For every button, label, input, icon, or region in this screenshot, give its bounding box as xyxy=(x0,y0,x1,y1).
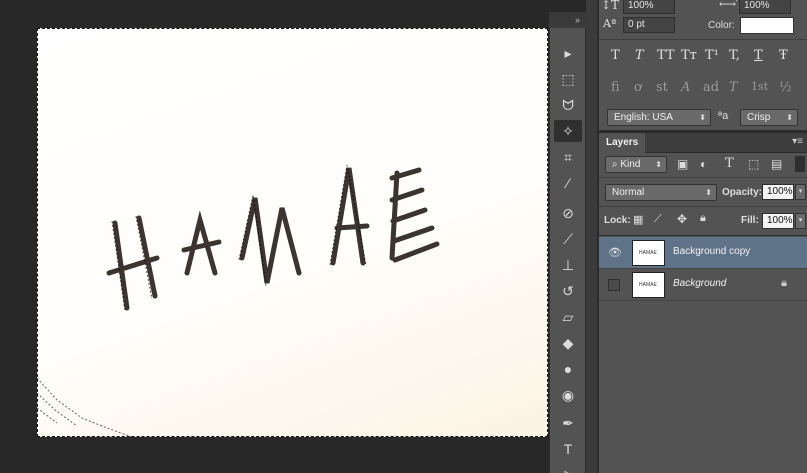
divider xyxy=(599,235,807,236)
opacity-dropdown[interactable]: ▾ xyxy=(795,184,806,200)
layers-panel: Layers ▾≡ ⌕ Kind ⬍ ▣ ◐ T ⬚ ▤ Normal ⬍ Op… xyxy=(599,133,807,473)
language-value: English: USA xyxy=(614,112,673,123)
eyedropper-tool-icon[interactable]: ⁄ xyxy=(554,172,582,194)
text-color-swatch[interactable] xyxy=(740,17,794,34)
blur-tool-icon[interactable]: ● xyxy=(554,358,582,380)
move-tool-icon[interactable]: ▸ xyxy=(554,42,582,64)
chevron-updown-icon: ⬍ xyxy=(705,188,712,197)
path-selection-tool-icon[interactable]: ▹ xyxy=(554,462,582,473)
type-tool-icon[interactable]: T xyxy=(554,438,582,460)
layer-thumbnail: HAMAE xyxy=(632,240,665,266)
type-filter-icon[interactable]: T xyxy=(725,156,734,171)
pen-tool-icon[interactable]: ✒ xyxy=(554,412,582,434)
tools-panel: ▸ ⬚ ᗢ ✧ ⌗ ⁄ ⊘ ⟋ ⊥ ↺ ▱ ◆ ● ◉ ✒ T ▹ xyxy=(549,12,586,473)
opacity-label: Opacity: xyxy=(722,187,763,198)
swash-button[interactable]: A xyxy=(681,80,690,95)
all-caps-button[interactable]: TT xyxy=(657,48,675,63)
filter-kind-value: Kind xyxy=(620,159,641,170)
discretionary-ligatures-button[interactable]: st xyxy=(656,80,668,95)
marquee-tool-icon[interactable]: ⬚ xyxy=(554,68,582,90)
lock-transparent-icon[interactable]: ▦ xyxy=(633,213,643,226)
lock-all-icon[interactable]: 🔒︎ xyxy=(700,212,706,225)
dodge-tool-icon[interactable]: ◉ xyxy=(554,384,582,406)
eye-icon[interactable]: 👁︎ xyxy=(608,246,622,260)
stylistic-alternates-button[interactable]: ad xyxy=(703,80,719,95)
fill-label: Fill: xyxy=(741,215,759,226)
faux-italic-button[interactable]: T xyxy=(635,48,644,63)
character-panel: ↕T 100% ⟷T 100% Aª 0 pt Color: T T TT Tт… xyxy=(599,0,807,130)
language-select[interactable]: English: USA ⬍ xyxy=(607,109,711,126)
adjustment-filter-icon[interactable]: ◐ xyxy=(700,157,707,171)
faux-bold-button[interactable]: T xyxy=(611,48,620,63)
chevron-updown-icon: ⬍ xyxy=(699,113,706,122)
blend-mode-select[interactable]: Normal ⬍ xyxy=(605,184,717,201)
filter-kind-select[interactable]: ⌕ Kind ⬍ xyxy=(605,156,667,173)
baseline-shift-icon: Aª xyxy=(603,17,617,30)
photoshop-window: ▸ ⬚ ᗢ ✧ ⌗ ⁄ ⊘ ⟋ ⊥ ↺ ▱ ◆ ● ◉ ✒ T ▹ » ↕T 1… xyxy=(0,0,807,473)
magic-wand-tool-icon[interactable]: ✧ xyxy=(554,120,582,142)
divider xyxy=(599,206,807,207)
layer-thumbnail: HAMAE xyxy=(632,272,665,298)
blend-mode-value: Normal xyxy=(612,187,645,198)
strikethrough-button[interactable]: Ŧ xyxy=(779,48,788,63)
history-brush-tool-icon[interactable]: ↺ xyxy=(554,280,582,302)
fill-dropdown[interactable]: ▾ xyxy=(795,213,806,229)
ligatures-button[interactable]: fi xyxy=(611,80,620,95)
filter-toggle[interactable] xyxy=(795,156,805,172)
canvas-area[interactable] xyxy=(0,0,548,473)
fractions-button[interactable]: ½ xyxy=(779,80,792,95)
ordinals-button[interactable]: 1st xyxy=(751,80,768,93)
healing-brush-tool-icon[interactable]: ⊘ xyxy=(554,202,582,224)
layer-row[interactable]: HAMAE Background 🔒︎ xyxy=(599,269,807,301)
divider xyxy=(599,39,807,40)
handwriting-artwork xyxy=(37,164,440,437)
brush-tool-icon[interactable]: ⟋ xyxy=(554,228,582,250)
vertical-scale-icon: ↕T xyxy=(601,0,620,12)
fill-field[interactable]: 100% xyxy=(762,213,794,229)
layer-name[interactable]: Background xyxy=(673,278,726,289)
horizontal-scale-field[interactable]: 100% xyxy=(739,0,791,14)
smart-object-filter-icon[interactable]: ▤ xyxy=(771,157,782,171)
vertical-scale-field[interactable]: 100% xyxy=(623,0,675,14)
collapse-icon[interactable]: » xyxy=(575,15,580,25)
underline-button[interactable]: T xyxy=(754,48,763,63)
clone-stamp-tool-icon[interactable]: ⊥ xyxy=(554,254,582,276)
lock-pixels-icon[interactable]: ⟋ xyxy=(654,213,662,226)
thumbnail-text: HAMAE xyxy=(639,250,657,256)
chevron-updown-icon: ⬍ xyxy=(786,113,793,122)
panel-border xyxy=(597,0,599,473)
chevron-updown-icon: ⬍ xyxy=(655,160,662,169)
subscript-button[interactable]: T, xyxy=(729,48,740,63)
small-caps-button[interactable]: Tт xyxy=(681,48,697,63)
lasso-tool-icon[interactable]: ᗢ xyxy=(554,94,582,116)
opacity-field[interactable]: 100% xyxy=(762,184,794,200)
antialias-value: Crisp xyxy=(747,112,771,123)
titling-button[interactable]: T xyxy=(729,80,738,95)
crop-tool-icon[interactable]: ⌗ xyxy=(554,146,582,168)
divider xyxy=(599,177,807,178)
tab-layers[interactable]: Layers xyxy=(599,133,645,153)
superscript-button[interactable]: T¹ xyxy=(705,48,719,63)
lock-label: Lock: xyxy=(604,215,631,226)
image-filter-icon[interactable]: ▣ xyxy=(677,157,688,171)
alternates-button[interactable]: ơ xyxy=(634,80,642,95)
shape-filter-icon[interactable]: ⬚ xyxy=(748,157,759,171)
layer-row[interactable]: 👁︎ HAMAE Background copy xyxy=(599,237,807,269)
baseline-shift-field[interactable]: 0 pt xyxy=(623,17,675,33)
visibility-toggle[interactable] xyxy=(608,279,620,291)
eraser-tool-icon[interactable]: ▱ xyxy=(554,306,582,328)
layer-name[interactable]: Background copy xyxy=(673,246,750,257)
panel-menu-icon[interactable]: ▾≡ xyxy=(792,136,803,147)
thumbnail-text: HAMAE xyxy=(639,282,657,288)
layers-tab-bar: Layers ▾≡ xyxy=(599,133,807,153)
antialias-select[interactable]: Crisp ⬍ xyxy=(740,109,798,126)
lock-icon: 🔒︎ xyxy=(781,277,787,289)
document-canvas[interactable] xyxy=(37,28,548,437)
tools-panel-header[interactable]: » xyxy=(549,12,586,28)
color-label: Color: xyxy=(708,20,735,31)
lock-position-icon[interactable]: ✥ xyxy=(677,212,687,226)
antialias-icon: ªa xyxy=(718,110,729,122)
paint-bucket-tool-icon[interactable]: ◆ xyxy=(554,332,582,354)
